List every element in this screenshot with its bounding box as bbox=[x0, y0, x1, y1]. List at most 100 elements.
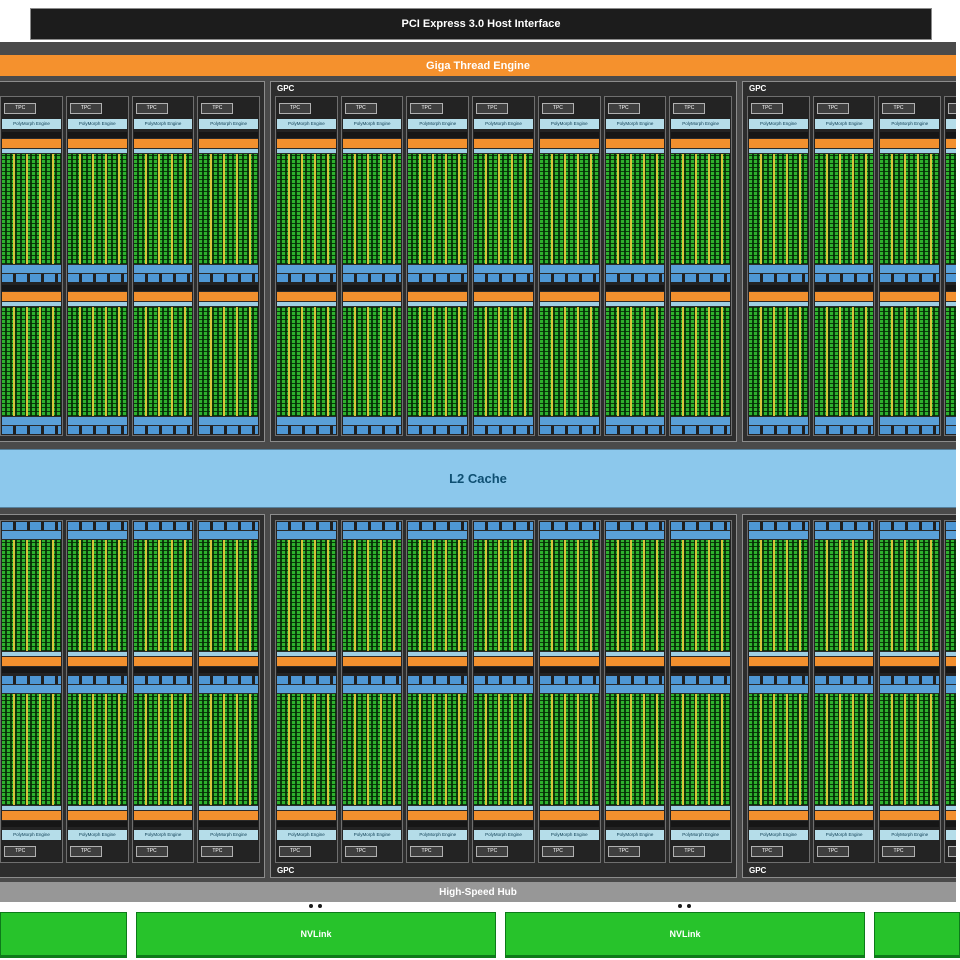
sm-block bbox=[199, 284, 259, 434]
sm-block bbox=[67, 284, 127, 434]
register-file-bar bbox=[277, 652, 336, 656]
tpc-label: TPC bbox=[4, 102, 37, 114]
sm-block bbox=[605, 132, 665, 282]
register-file-bar bbox=[2, 301, 61, 306]
tpc-column: TPC PolyMorph Engine bbox=[878, 520, 942, 863]
register-file-bar bbox=[880, 149, 940, 153]
texture-units-bar bbox=[880, 522, 940, 530]
polymorph-engine-bar: PolyMorph Engine bbox=[539, 119, 599, 129]
sm-header-bar bbox=[671, 132, 731, 138]
warp-scheduler-bar bbox=[671, 139, 731, 148]
sm-header-bar bbox=[814, 821, 874, 827]
register-file-bar bbox=[277, 149, 336, 153]
cuda-core-grid bbox=[67, 154, 127, 264]
texture-units-bar bbox=[671, 522, 731, 530]
tpc-column: TPC PolyMorph Engine bbox=[197, 520, 261, 863]
sm-header-bar bbox=[814, 667, 874, 673]
cuda-core-grid bbox=[474, 154, 533, 264]
sm-header-bar bbox=[67, 821, 127, 827]
shared-memory-bar bbox=[880, 264, 940, 273]
sm-header-bar bbox=[749, 667, 808, 673]
sm-block bbox=[605, 676, 665, 827]
gpc-row-top: GPC TPC PolyMorph Engine TPC PolyMorph Engin… bbox=[0, 81, 956, 442]
shared-memory-bar bbox=[2, 264, 61, 273]
sm-header-bar bbox=[133, 284, 193, 291]
warp-scheduler-bar bbox=[67, 291, 127, 301]
tpc-label: TPC bbox=[607, 102, 640, 114]
texture-units-bar bbox=[277, 676, 336, 684]
texture-units-bar bbox=[408, 676, 468, 684]
texture-units-bar bbox=[199, 426, 259, 434]
register-file-bar bbox=[814, 652, 874, 656]
shared-memory-bar bbox=[749, 685, 808, 693]
register-file-bar bbox=[749, 806, 808, 810]
register-file-bar bbox=[539, 149, 599, 153]
tpc-column: TPC PolyMorph Engine bbox=[537, 96, 601, 436]
sm-header-bar bbox=[946, 667, 956, 673]
sm-header-bar bbox=[133, 667, 193, 673]
shared-memory-bar bbox=[946, 264, 956, 273]
polymorph-engine-bar: PolyMorph Engine bbox=[749, 830, 808, 840]
cuda-core-grid bbox=[474, 540, 533, 651]
tpc-header: TPC bbox=[408, 98, 467, 118]
register-file-bar bbox=[199, 652, 259, 656]
shared-memory-bar bbox=[133, 531, 193, 539]
sm-header-bar bbox=[474, 821, 533, 827]
warp-scheduler-bar bbox=[539, 291, 599, 301]
sm-block bbox=[749, 284, 808, 434]
texture-units-bar bbox=[474, 522, 533, 530]
sm-block bbox=[539, 676, 599, 827]
sm-block bbox=[199, 676, 259, 827]
register-file-bar bbox=[2, 806, 61, 810]
register-file-bar bbox=[946, 652, 956, 656]
warp-scheduler-bar bbox=[539, 811, 599, 820]
sm-block bbox=[2, 284, 61, 434]
nvlink-segment: NVLink bbox=[136, 912, 496, 958]
texture-units-bar bbox=[671, 426, 731, 434]
sm-header-bar bbox=[408, 821, 468, 827]
sm-block bbox=[880, 132, 940, 282]
shared-memory-bar bbox=[671, 417, 731, 425]
warp-scheduler-bar bbox=[814, 139, 874, 148]
register-file-bar bbox=[2, 652, 61, 656]
gpc-row-bottom: GPC TPC PolyMorph Engine TPC PolyMorph Engin… bbox=[0, 514, 956, 878]
register-file-bar bbox=[277, 806, 336, 810]
warp-scheduler-bar bbox=[133, 811, 193, 820]
texture-units-bar bbox=[2, 676, 61, 684]
tpc-column: TPC PolyMorph Engine bbox=[275, 96, 338, 436]
nvlink-connector-dots bbox=[309, 904, 322, 908]
cuda-core-grid bbox=[814, 306, 874, 416]
shared-memory-bar bbox=[814, 264, 874, 273]
tpc-header: TPC bbox=[815, 98, 874, 118]
sm-header-bar bbox=[880, 667, 940, 673]
register-file-bar bbox=[880, 806, 940, 810]
sm-header-bar bbox=[605, 132, 665, 138]
nvlink-dot bbox=[678, 904, 682, 908]
shared-memory-bar bbox=[749, 264, 808, 273]
texture-units-bar bbox=[277, 522, 336, 530]
polymorph-engine-bar: PolyMorph Engine bbox=[605, 830, 665, 840]
tpc-header: TPC bbox=[880, 98, 939, 118]
polymorph-engine-bar: PolyMorph Engine bbox=[474, 119, 533, 129]
shared-memory-bar bbox=[605, 685, 665, 693]
shared-memory-bar bbox=[67, 685, 127, 693]
texture-units-bar bbox=[474, 426, 533, 434]
tpc-column: TPC PolyMorph Engine bbox=[0, 520, 63, 863]
nvlink-dot bbox=[309, 904, 313, 908]
texture-units-bar bbox=[946, 426, 956, 434]
cuda-core-grid bbox=[605, 154, 665, 264]
tpc-label: TPC bbox=[948, 102, 956, 114]
sm-block bbox=[67, 132, 127, 282]
sm-header-bar bbox=[408, 667, 468, 673]
register-file-bar bbox=[67, 652, 127, 656]
warp-scheduler-bar bbox=[342, 139, 402, 148]
texture-units-bar bbox=[342, 522, 402, 530]
texture-units-bar bbox=[408, 273, 468, 282]
nvlink-row: NVLink NVLink bbox=[0, 902, 960, 960]
tpc-label: TPC bbox=[882, 102, 915, 114]
cuda-core-grid bbox=[946, 306, 956, 416]
warp-scheduler-bar bbox=[199, 657, 259, 666]
tpc-column: TPC PolyMorph Engine bbox=[65, 520, 129, 863]
register-file-bar bbox=[539, 652, 599, 656]
cuda-core-grid bbox=[880, 306, 940, 416]
